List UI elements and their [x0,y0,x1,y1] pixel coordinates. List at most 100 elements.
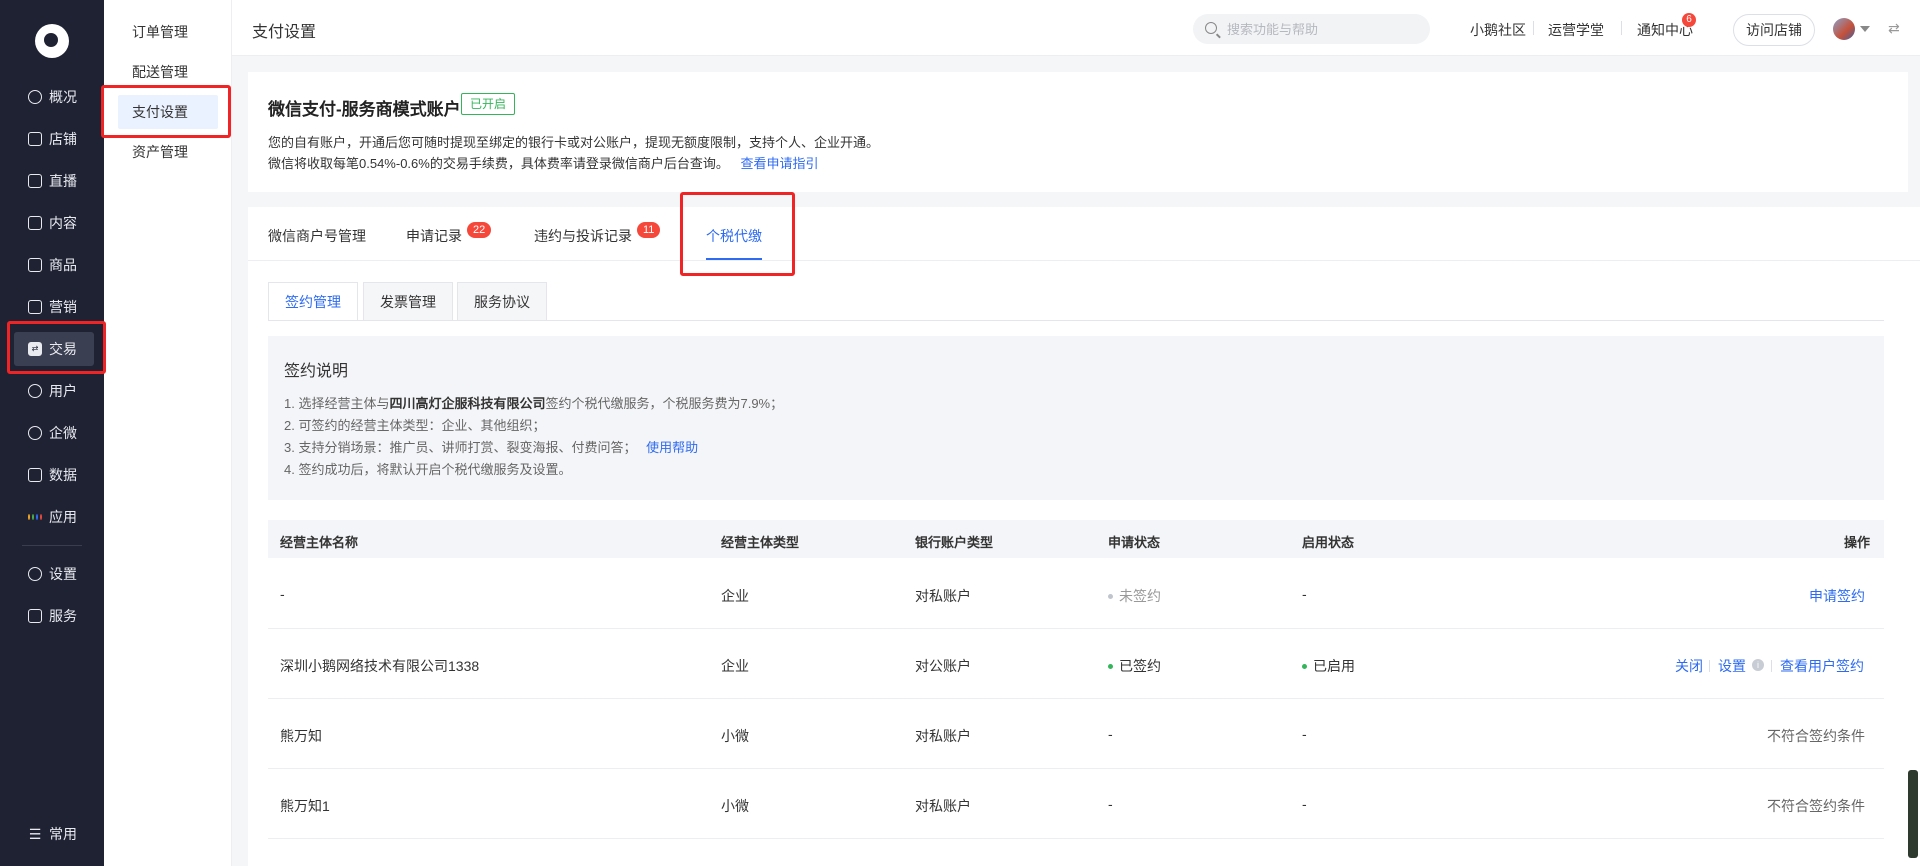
wecom-icon [28,426,42,440]
nav-label: 设置 [49,566,77,582]
scrollbar-thumb[interactable] [1908,770,1918,858]
table-cell: 对私账户 [915,728,971,744]
table-header [268,520,1884,558]
search-input[interactable] [1227,14,1422,44]
pie-chart-icon [28,90,42,104]
subtab-contract-management[interactable]: 签约管理 [268,282,358,321]
nav-item-store[interactable]: 店铺 [0,122,104,156]
account-description: 您的自有账户，开通后您可随时提现至绑定的银行卡或对公账户，提现无额度限制，支持个… [268,135,880,150]
academy-link[interactable]: 运营学堂 [1548,20,1604,40]
document-icon [28,216,42,230]
table-cell: 对私账户 [915,588,971,604]
chevron-down-icon[interactable] [1860,26,1870,32]
table-cell: 小微 [721,728,749,744]
tab-violation-records[interactable]: 违约与投诉记录 [534,226,632,246]
usage-help-link[interactable]: 使用帮助 [646,440,698,455]
column-header: 银行账户类型 [915,535,994,550]
table-cell: - [1108,726,1113,742]
nav-item-data[interactable]: 数据 [0,458,104,492]
nav-label: 常用 [49,826,77,842]
close-link[interactable]: 关闭 [1675,656,1703,676]
info-text: 签约个税代缴服务，个税服务费为7.9%； [545,396,784,411]
table-cell: 对公账户 [915,658,971,674]
table-cell: 深圳小鹅网络技术有限公司1338 [280,658,480,674]
row-divider [268,628,1884,629]
column-header: 经营主体名称 [280,535,359,550]
nav-item-settings[interactable]: 设置 [0,557,104,591]
apply-status: 已签约 [1108,656,1161,676]
nav-label: 用户 [49,383,77,399]
status-dot [1108,593,1113,599]
info-icon[interactable]: i [1752,659,1764,671]
nav-label: 服务 [49,608,77,624]
search-box[interactable] [1193,14,1430,44]
info-line-4: 4. 签约成功后，将默认开启个税代缴服务及设置。 [284,462,572,477]
column-header: 申请状态 [1108,535,1161,550]
subtab-invoice-management[interactable]: 发票管理 [363,282,453,320]
submenu-item-delivery[interactable]: 配送管理 [118,55,218,89]
nav-item-content[interactable]: 内容 [0,206,104,240]
nav-label: 应用 [49,509,77,525]
search-icon [1205,22,1217,34]
info-text: 3. 支持分销场景：推广员、讲师打赏、裂变海报、付费问答； [284,440,637,455]
service-icon [28,609,42,623]
nav-divider [22,545,82,546]
tab-badge: 22 [467,222,492,238]
nav-label: 商品 [49,257,77,273]
apply-contract-link[interactable]: 申请签约 [1809,586,1865,606]
separator [1621,21,1622,35]
application-guide-link[interactable]: 查看申请指引 [740,156,818,171]
tab-merchant-management[interactable]: 微信商户号管理 [268,226,366,246]
nav-label: 营销 [49,299,77,315]
subtabs-divider [268,320,1884,321]
switch-icon[interactable]: ⇄ [1888,20,1900,37]
table-cell: - [1108,796,1113,812]
nav-item-service[interactable]: 服务 [0,599,104,633]
visit-store-button[interactable]: 访问店铺 [1733,14,1815,46]
nav-item-wecom[interactable]: 企微 [0,416,104,450]
nav-item-goods[interactable]: 商品 [0,248,104,282]
notice-count-badge: 6 [1682,13,1696,27]
transaction-icon: ⇄ [28,342,42,356]
account-title: 微信支付-服务商模式账户 [268,100,461,119]
nav-item-overview[interactable]: 概况 [0,80,104,114]
brand-logo[interactable] [35,24,69,58]
separator [1709,660,1710,672]
list-icon: ☰ [28,826,42,842]
nav-item-apps[interactable]: 应用 [0,500,104,534]
info-line-1: 1. 选择经营主体与四川高灯企服科技有限公司签约个税代缴服务，个税服务费为7.9… [284,393,783,412]
info-line-2: 2. 可签约的经营主体类型：企业、其他组织； [284,418,546,433]
enable-status: 已启用 [1302,656,1355,676]
settings-link[interactable]: 设置 [1718,656,1746,676]
submenu-item-payment[interactable]: 支付设置 [118,95,218,129]
nav-item-favorites[interactable]: ☰ 常用 [0,817,104,851]
live-icon [28,174,42,188]
nav-item-user[interactable]: 用户 [0,374,104,408]
main-nav: 概况 店铺 直播 内容 商品 营销 ⇄ 交易 用户 企微 数据 应用 设置 服务… [0,0,104,866]
apply-status: 未签约 [1108,586,1161,606]
fee-text: 微信将收取每笔0.54%-0.6%的交易手续费，具体费率请登录微信商户后台查询。 [268,156,729,171]
submenu-item-orders[interactable]: 订单管理 [118,15,218,49]
status-dot [1302,663,1307,669]
nav-item-marketing[interactable]: 营销 [0,290,104,324]
submenu-item-assets[interactable]: 资产管理 [118,135,218,169]
avatar[interactable] [1833,18,1855,40]
partner-company: 四川高灯企服科技有限公司 [389,396,546,411]
table-cell: 企业 [721,658,749,674]
info-title: 签约说明 [284,363,349,380]
subtab-service-agreement[interactable]: 服务协议 [457,282,547,320]
nav-item-live[interactable]: 直播 [0,164,104,198]
nav-item-transaction[interactable]: ⇄ 交易 [14,332,94,366]
tab-tax-withholding[interactable]: 个税代缴 [706,226,762,246]
nav-label: 交易 [49,341,77,357]
view-user-contract-link[interactable]: 查看用户签约 [1780,656,1864,676]
table-cell: - [1302,586,1307,602]
table-cell: 熊万知 [280,728,322,744]
status-text: 已签约 [1119,658,1161,674]
tab-application-records[interactable]: 申请记录 [406,226,462,246]
top-bar: 支付设置 小鹅社区 运营学堂 通知中心 6 访问店铺 ⇄ [232,0,1920,56]
community-link[interactable]: 小鹅社区 [1470,20,1526,40]
nav-label: 数据 [49,467,77,483]
table-cell: 对私账户 [915,798,971,814]
megaphone-icon [28,300,42,314]
